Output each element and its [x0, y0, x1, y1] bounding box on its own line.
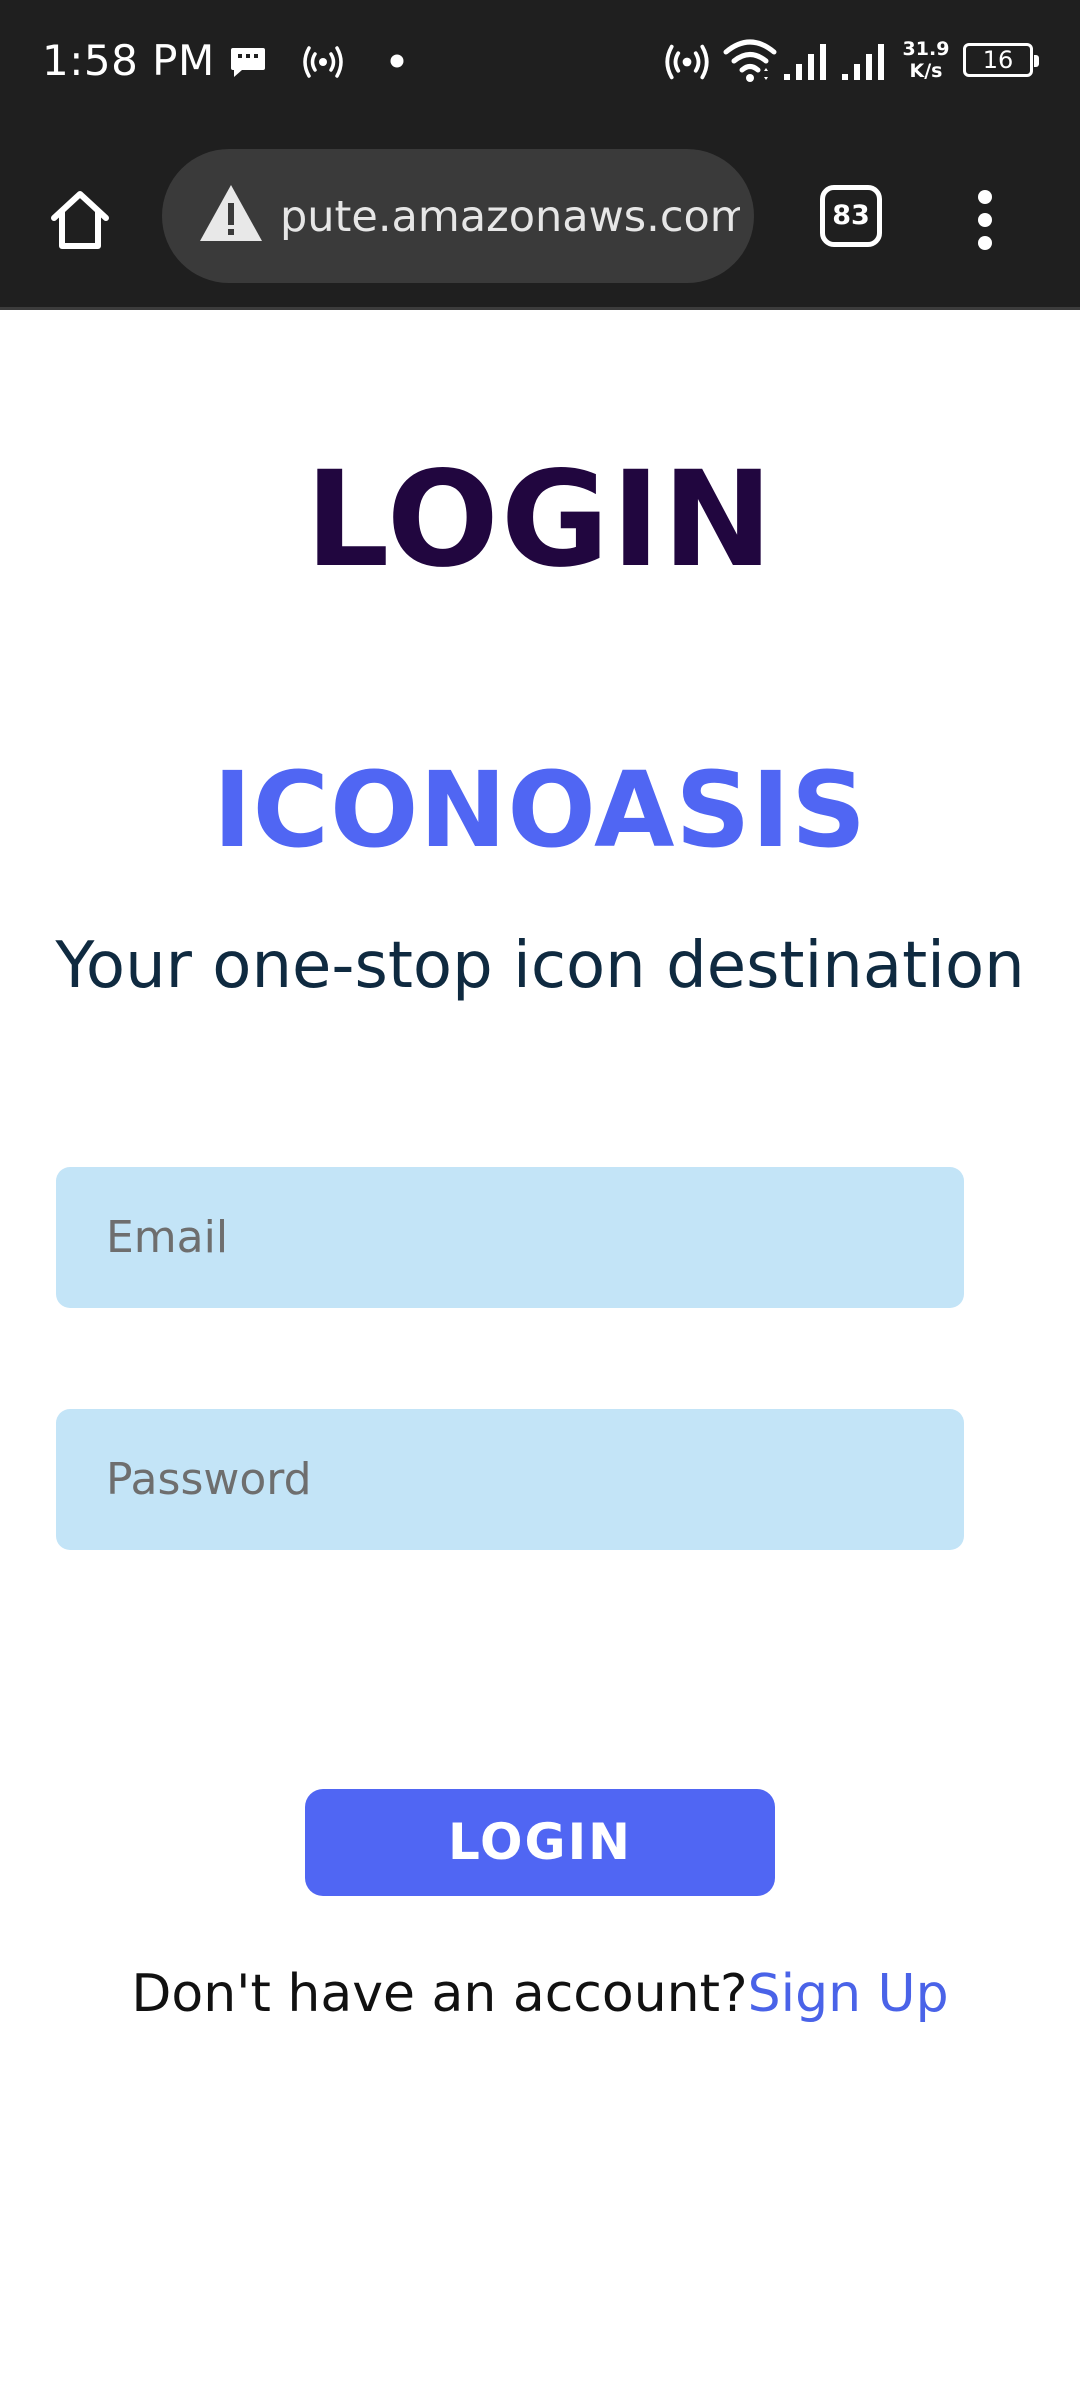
menu-dot — [978, 190, 992, 204]
page-title: LOGIN — [305, 443, 775, 597]
network-speed-unit: K/s — [909, 60, 943, 82]
home-icon[interactable] — [44, 184, 116, 256]
url-text[interactable]: pute.amazonaws.com — [280, 191, 740, 243]
email-field[interactable] — [56, 1167, 964, 1308]
signal-icon — [842, 44, 884, 80]
message-icon — [231, 48, 265, 77]
signup-prompt-text: Don't have an account? — [131, 1964, 748, 2024]
tab-switcher-icon[interactable]: 83 — [820, 185, 882, 247]
password-field[interactable] — [56, 1409, 964, 1550]
hotspot-icon — [665, 44, 709, 80]
login-button[interactable]: LOGIN — [305, 1789, 775, 1896]
network-speed-value: 31.9 — [902, 38, 950, 60]
battery-tip — [1034, 55, 1039, 67]
wifi-icon — [723, 39, 777, 82]
signup-prompt: Don't have an account?Sign Up — [0, 1956, 1080, 2032]
brand-name: ICONOASIS — [212, 749, 868, 871]
status-time: 1:58 PM — [42, 36, 215, 85]
address-bar[interactable]: pute.amazonaws.com — [162, 149, 754, 283]
tagline: Your one-stop icon destination — [55, 929, 1025, 1003]
menu-dot — [978, 236, 992, 250]
battery-icon: 16 — [963, 43, 1039, 77]
warning-icon[interactable] — [198, 181, 264, 247]
browser-toolbar: pute.amazonaws.com 83 — [0, 122, 1080, 310]
signup-link[interactable]: Sign Up — [748, 1964, 949, 2024]
notification-dot-icon — [390, 54, 404, 68]
tab-count: 83 — [832, 200, 870, 231]
hotspot-icon — [303, 46, 343, 78]
network-speed: 31.9 K/s — [900, 38, 952, 82]
more-vert-icon[interactable] — [962, 184, 1010, 256]
signal-icon — [784, 44, 826, 80]
status-bar: 1:58 PM 31.9 K/s 16 — [0, 0, 1080, 122]
menu-dot — [978, 213, 992, 227]
battery-level: 16 — [982, 46, 1014, 74]
